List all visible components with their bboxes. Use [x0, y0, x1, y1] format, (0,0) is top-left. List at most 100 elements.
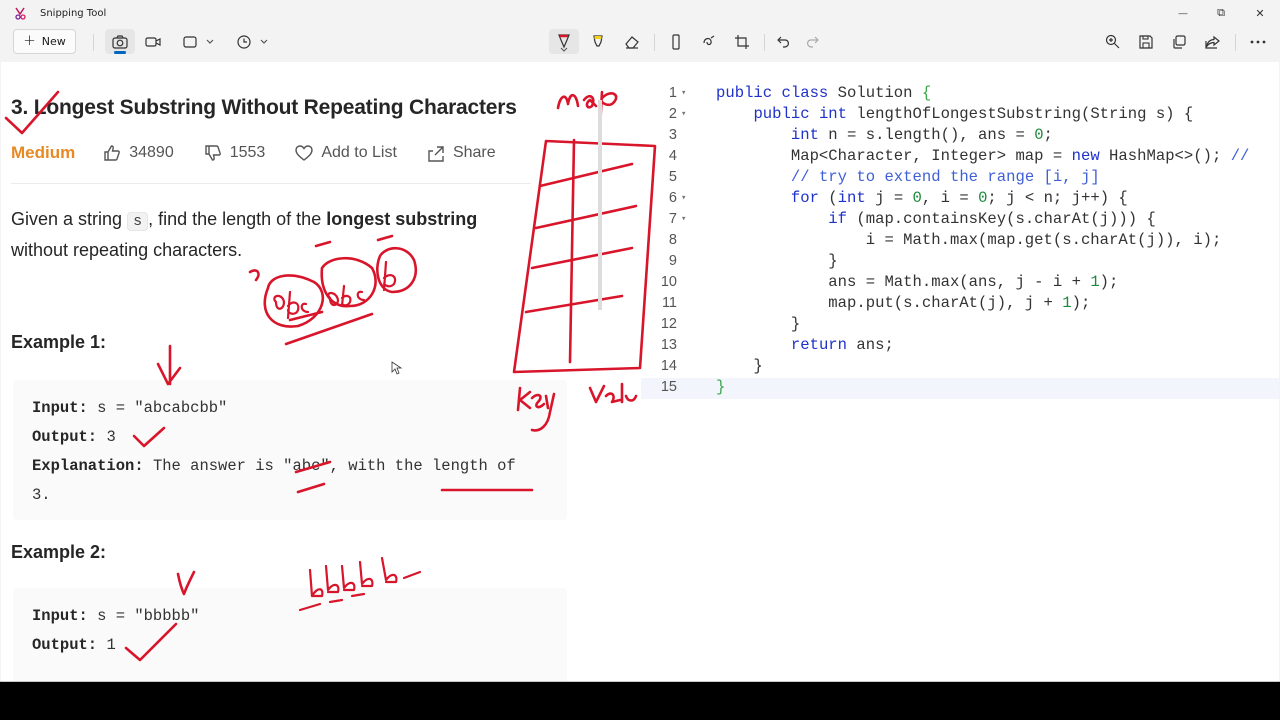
- camera-icon: [112, 34, 128, 49]
- copy-button[interactable]: [1164, 29, 1194, 54]
- code-line: 11 map.put(s.charAt(j), j + 1);: [661, 294, 1091, 312]
- video-camera-icon: [145, 36, 161, 47]
- restore-icon: ⧉: [1217, 6, 1225, 19]
- close-button[interactable]: ✕: [1245, 3, 1275, 23]
- problem-meta-row: Medium 34890 1553 Add to List Share: [11, 142, 526, 164]
- description-text: without repeating characters.: [11, 240, 243, 260]
- code-line: 12 }: [660, 315, 801, 333]
- share-link[interactable]: Share: [427, 144, 496, 162]
- example-1-title: Example 1:: [11, 332, 107, 352]
- thumbs-up-icon: [104, 145, 121, 161]
- snipping-tool-window: Snipping Tool — ⧉ ✕ + New 3. Longest Sub…: [0, 0, 1280, 682]
- example-2-input: Input: s = "bbbbb": [32, 607, 200, 625]
- difficulty-badge: Medium: [11, 143, 76, 162]
- ruler-icon: [672, 33, 680, 50]
- share-label: Share: [452, 144, 496, 161]
- code-line: 13 return ans;: [660, 336, 894, 354]
- zoom-button[interactable]: [1097, 29, 1127, 54]
- chevron-down-icon: [260, 39, 268, 44]
- toolbar-divider: [1235, 34, 1236, 51]
- minimize-button[interactable]: —: [1168, 3, 1198, 23]
- description-text: Given a string: [11, 209, 128, 229]
- code-line: 14 }: [660, 357, 763, 375]
- undo-button[interactable]: [768, 29, 798, 54]
- redo-icon: [807, 36, 819, 48]
- restore-button[interactable]: ⧉: [1206, 3, 1236, 23]
- snip-mode-screenshot-button[interactable]: [105, 29, 135, 54]
- code-line: 2 ▾ public int lengthOfLongestSubstring(S…: [668, 105, 1194, 123]
- example-1-box: Input: s = "abcabcbb" Output: 3 Explanat…: [13, 380, 567, 520]
- crop-icon: [735, 34, 749, 49]
- problem-panel: 3. Longest Substring Without Repeating C…: [1, 62, 571, 681]
- description-bold: longest substring: [326, 209, 478, 229]
- highlighter-icon: [593, 34, 603, 47]
- code-line: 1 ▾ public class Solution {: [668, 84, 932, 102]
- taskbar-area: [0, 683, 1280, 720]
- captured-screenshot-canvas[interactable]: 3. Longest Substring Without Repeating C…: [1, 62, 1279, 681]
- ballpoint-pen-button[interactable]: [549, 29, 579, 54]
- code-line: 3 int n = s.length(), ans = 0;: [668, 126, 1053, 144]
- close-icon: ✕: [1255, 7, 1265, 20]
- rectangle-snip-icon: [183, 35, 197, 48]
- eraser-icon: [625, 35, 639, 49]
- toolbar-divider: [764, 34, 765, 51]
- like-button[interactable]: 34890: [103, 144, 174, 162]
- add-to-list-button[interactable]: Add to List: [295, 144, 397, 162]
- chevron-down-icon: [206, 39, 214, 44]
- example-1-input: Input: s = "abcabcbb": [32, 399, 228, 417]
- code-line: 10 ans = Math.max(ans, j - i + 1);: [660, 273, 1119, 291]
- toolbar-divider: [93, 34, 94, 51]
- active-indicator: [114, 51, 126, 54]
- thumbs-down-icon: [205, 145, 221, 161]
- see-more-button[interactable]: [1243, 29, 1273, 54]
- ruler-button[interactable]: [661, 29, 691, 54]
- undo-icon: [777, 36, 789, 48]
- save-button[interactable]: [1131, 29, 1161, 54]
- example-1-explanation: Explanation: The answer is "abc", with t…: [32, 457, 516, 475]
- delay-timer-dropdown[interactable]: [232, 29, 274, 54]
- dislike-count: 1553: [229, 144, 266, 161]
- code-line: 6 ▾ for (int j = 0, i = 0; j < n; j++) {: [668, 189, 1128, 207]
- example-2-output: Output: 1: [32, 636, 116, 654]
- redo-button[interactable]: [798, 29, 828, 54]
- toolbar-divider: [654, 34, 655, 51]
- new-snip-button[interactable]: + New: [13, 29, 76, 54]
- example-1-output: Output: 3: [32, 428, 116, 446]
- share-icon: [428, 145, 444, 162]
- code-line: 4 Map<Character, Integer> map = new Hash…: [668, 147, 1250, 165]
- code-line: 5 // try to extend the range [i, j]: [668, 168, 1100, 186]
- code-editor: 1 ▾ public class Solution { 2 ▾ public int…: [641, 62, 1279, 681]
- share-button[interactable]: [1197, 29, 1227, 54]
- snipping-tool-app-icon: [15, 7, 26, 20]
- like-count: 34890: [129, 144, 174, 161]
- touch-writing-button[interactable]: [694, 29, 724, 54]
- example-2-title: Example 2:: [11, 542, 107, 562]
- title-bar: Snipping Tool — ⧉ ✕: [0, 0, 1280, 26]
- new-button-label: New: [41, 35, 66, 48]
- fold-icon: ▾: [681, 88, 687, 98]
- problem-title: 3. Longest Substring Without Repeating C…: [11, 96, 517, 119]
- crop-button[interactable]: [727, 29, 757, 54]
- snip-shape-dropdown[interactable]: [178, 29, 220, 54]
- save-icon: [1139, 34, 1153, 49]
- plus-icon: +: [23, 31, 36, 49]
- minimize-icon: —: [1178, 8, 1188, 18]
- inline-code: s: [127, 212, 149, 231]
- chevron-down-icon: [560, 47, 568, 52]
- more-icon: [1250, 40, 1266, 43]
- code-line: 8 i = Math.max(map.get(s.charAt(j)), i);: [668, 231, 1222, 249]
- touch-writing-icon: [703, 35, 715, 45]
- code-line: 9 }: [668, 252, 838, 270]
- description-text: , find the length of the: [148, 209, 327, 229]
- clock-icon: [237, 34, 251, 49]
- example-2-box: Input: s = "bbbbb" Output: 1: [13, 588, 567, 681]
- code-line: 7 ▾ if (map.containsKey(s.charAt(j))) {: [668, 210, 1156, 228]
- copy-icon: [1173, 34, 1186, 49]
- highlighter-button[interactable]: [583, 29, 613, 54]
- snip-mode-video-button[interactable]: [138, 29, 168, 54]
- dislike-button[interactable]: 1553: [204, 144, 266, 162]
- divider: [11, 183, 531, 184]
- eraser-button[interactable]: [617, 29, 647, 54]
- zoom-icon: [1105, 34, 1119, 49]
- example-1-explanation-cont: 3.: [32, 486, 51, 504]
